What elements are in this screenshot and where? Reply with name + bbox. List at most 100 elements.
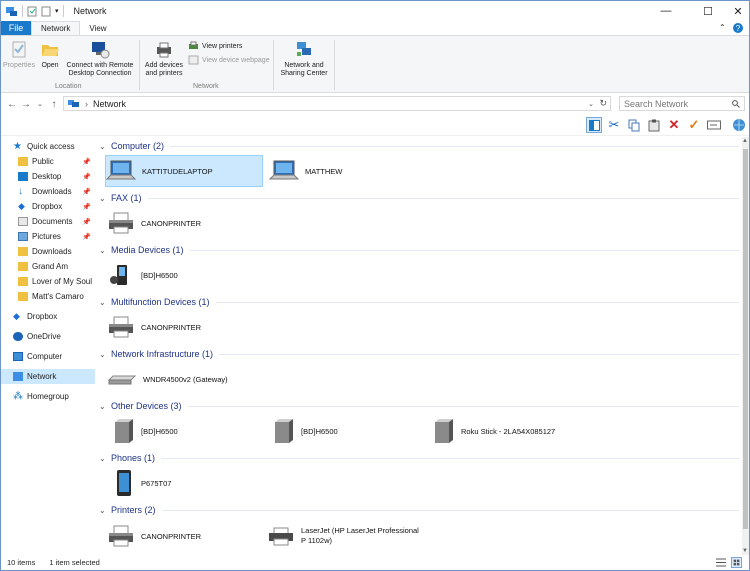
title-bar: ▾ Network — ☐ ✕ [1, 1, 749, 21]
forward-icon[interactable]: → [19, 99, 33, 110]
tab-network[interactable]: Network [31, 21, 81, 35]
vertical-scrollbar[interactable]: ▲ ▼ [742, 137, 749, 555]
pin-icon[interactable]: 📌 [82, 158, 91, 166]
device-item[interactable]: MATTHEW [269, 155, 427, 187]
device-item[interactable]: CANONPRINTER [107, 520, 267, 552]
maximize-button[interactable]: ☐ [691, 1, 725, 21]
device-item[interactable]: [BD]H6500 [107, 259, 267, 291]
view-printers-button[interactable]: View printers [188, 41, 242, 51]
maximize-icon: ☐ [703, 5, 713, 18]
nav-item-dropbox-pinned[interactable]: ◆ Dropbox 📌 [1, 199, 95, 214]
details-view-icon[interactable] [716, 558, 726, 567]
nav-item-downloads-2[interactable]: Downloads [1, 244, 95, 259]
device-item[interactable]: LaserJet (HP LaserJet Professional P 110… [267, 520, 427, 552]
breadcrumb-chevron-icon: › [85, 98, 88, 109]
nav-item-downloads[interactable]: ↓ Downloads 📌 [1, 184, 95, 199]
device-item[interactable]: CANONPRINTER [107, 207, 267, 239]
device-item[interactable]: CANONPRINTER [107, 311, 267, 343]
group-header-computer[interactable]: ⌄ Computer (2) [99, 139, 739, 153]
nav-item-grand-am[interactable]: Grand Am [1, 259, 95, 274]
nav-item-matts-camaro[interactable]: Matt's Camaro [1, 289, 95, 304]
device-item[interactable]: WNDR4500v2 (Gateway) [107, 363, 287, 395]
new-folder-qat-icon[interactable] [41, 6, 51, 17]
remote-desktop-button[interactable]: Connect with Remote Desktop Connection [63, 40, 137, 78]
nav-homegroup[interactable]: ⁂ Homegroup [1, 389, 95, 404]
large-icons-view-icon[interactable] [731, 557, 742, 568]
collapse-chevron-icon[interactable]: ⌄ [99, 454, 111, 463]
pin-icon[interactable]: 📌 [82, 173, 91, 181]
up-icon[interactable]: ↑ [47, 99, 61, 110]
address-field[interactable]: › Network ⌄ ↻ [63, 96, 611, 111]
properties-qat-icon[interactable] [27, 6, 37, 17]
group-header-network-infrastructure[interactable]: ⌄ Network Infrastructure (1) [99, 347, 739, 361]
ribbon-collapse-icon[interactable]: ⌃ [719, 23, 726, 32]
group-header-multifunction[interactable]: ⌄ Multifunction Devices (1) [99, 295, 739, 309]
collapse-chevron-icon[interactable]: ⌄ [99, 350, 111, 359]
nav-dropbox[interactable]: ◆ Dropbox [1, 309, 95, 324]
pin-icon[interactable]: 📌 [82, 203, 91, 211]
pin-icon[interactable]: 📌 [82, 218, 91, 226]
device-item[interactable]: KATTITUDELAPTOP [105, 155, 263, 187]
group-header-fax[interactable]: ⌄ FAX (1) [99, 191, 739, 205]
group-header-printers[interactable]: ⌄ Printers (2) [99, 503, 739, 517]
nav-item-desktop[interactable]: Desktop 📌 [1, 169, 95, 184]
rename-icon[interactable] [706, 117, 722, 133]
device-item[interactable]: Roku Stick - 2LA54X085127 [431, 415, 611, 447]
documents-icon [18, 217, 28, 226]
open-button[interactable]: Open [37, 40, 63, 70]
pin-icon[interactable]: 📌 [82, 233, 91, 241]
recent-locations-icon[interactable]: ⌄ [33, 100, 47, 108]
minimize-button[interactable]: — [649, 1, 683, 21]
group-header-media-devices[interactable]: ⌄ Media Devices (1) [99, 243, 739, 257]
device-item[interactable]: [BD]H6500 [271, 415, 421, 447]
nav-onedrive[interactable]: OneDrive [1, 329, 95, 344]
collapse-chevron-icon[interactable]: ⌄ [99, 246, 111, 255]
address-dropdown-icon[interactable]: ⌄ [588, 100, 594, 108]
close-button[interactable]: ✕ [725, 1, 750, 21]
checkmark-icon[interactable]: ✓ [686, 117, 702, 133]
properties-button[interactable]: Properties [3, 40, 35, 70]
copy-icon[interactable] [626, 117, 642, 133]
nav-quick-access[interactable]: ★ Quick access [1, 139, 95, 154]
group-header-phones[interactable]: ⌄ Phones (1) [99, 451, 739, 465]
nav-item-public[interactable]: Public 📌 [1, 154, 95, 169]
network-sharing-center-button[interactable]: Network and Sharing Center [277, 40, 331, 78]
group-header-other-devices[interactable]: ⌄ Other Devices (3) [99, 399, 739, 413]
device-item[interactable]: [BD]H6500 [111, 415, 261, 447]
nav-item-pictures[interactable]: Pictures 📌 [1, 229, 95, 244]
back-icon[interactable]: ← [5, 99, 19, 110]
search-icon [732, 99, 740, 108]
pin-icon[interactable]: 📌 [82, 188, 91, 196]
collapse-chevron-icon[interactable]: ⌄ [99, 298, 111, 307]
cut-icon[interactable]: ✂ [606, 117, 622, 133]
folder-icon [18, 277, 28, 286]
breadcrumb-network[interactable]: Network [93, 99, 126, 109]
device-item[interactable]: P675T07 [113, 467, 263, 499]
tab-view[interactable]: View [80, 21, 115, 35]
tab-file[interactable]: File [1, 21, 31, 35]
add-devices-button[interactable]: Add devices and printers [141, 40, 187, 78]
collapse-chevron-icon[interactable]: ⌄ [99, 142, 111, 151]
delete-icon[interactable]: ✕ [666, 117, 682, 133]
refresh-icon[interactable]: ↻ [599, 98, 607, 109]
scroll-up-icon[interactable]: ▲ [742, 138, 748, 144]
collapse-chevron-icon[interactable]: ⌄ [99, 402, 111, 411]
help-icon[interactable]: ? [733, 23, 743, 33]
content-pane: ⌄ Computer (2) KATTITUDELAPTOP MATTHEW ⌄ F… [99, 137, 741, 549]
collapse-chevron-icon[interactable]: ⌄ [99, 194, 111, 203]
folder-icon [18, 292, 28, 301]
nav-item-documents[interactable]: Documents 📌 [1, 214, 95, 229]
search-input[interactable]: Search Network [619, 96, 745, 111]
address-bar-row: ← → ⌄ ↑ › Network ⌄ ↻ Search Network [1, 95, 749, 113]
globe-icon[interactable] [731, 117, 747, 133]
qat-dropdown-icon[interactable]: ▾ [55, 7, 59, 15]
nav-item-lover-of-my-soul[interactable]: Lover of My Soul [1, 274, 95, 289]
view-device-webpage-button[interactable]: View device webpage [188, 55, 270, 65]
collapse-chevron-icon[interactable]: ⌄ [99, 506, 111, 515]
scroll-down-icon[interactable]: ▼ [742, 548, 748, 554]
nav-computer[interactable]: Computer [1, 349, 95, 364]
preview-pane-icon[interactable] [586, 117, 602, 133]
nav-network[interactable]: Network [1, 369, 95, 384]
scrollbar-thumb[interactable] [743, 149, 748, 529]
paste-icon[interactable] [646, 117, 662, 133]
